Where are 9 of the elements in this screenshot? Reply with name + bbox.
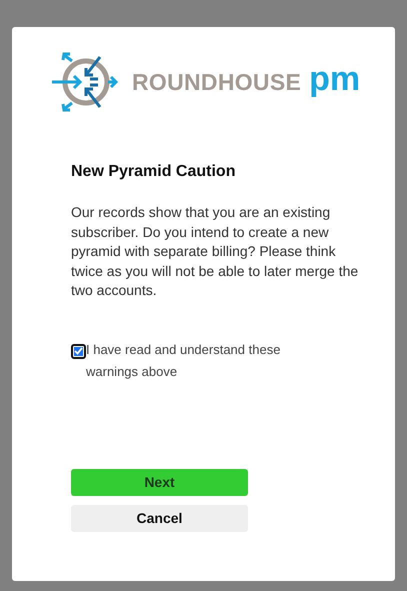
confirm-checkbox[interactable] <box>71 344 86 358</box>
next-button[interactable]: Next <box>71 468 248 496</box>
checkmark-icon <box>74 347 83 355</box>
dialog-title: New Pyramid Caution <box>71 163 236 181</box>
caution-message: Our records show that you are an existing subscriber. Do you intend to create a new pyramid with separate billing? Please think twice as you will not be able to later merge the two accounts. <box>71 203 360 300</box>
logo-wordmark: ROUNDHOUSE <box>132 68 302 96</box>
cancel-button[interactable]: Cancel <box>71 504 248 532</box>
confirm-label: I have read and understand these warnings above <box>86 340 282 381</box>
logo-suffix: pm <box>309 60 360 98</box>
